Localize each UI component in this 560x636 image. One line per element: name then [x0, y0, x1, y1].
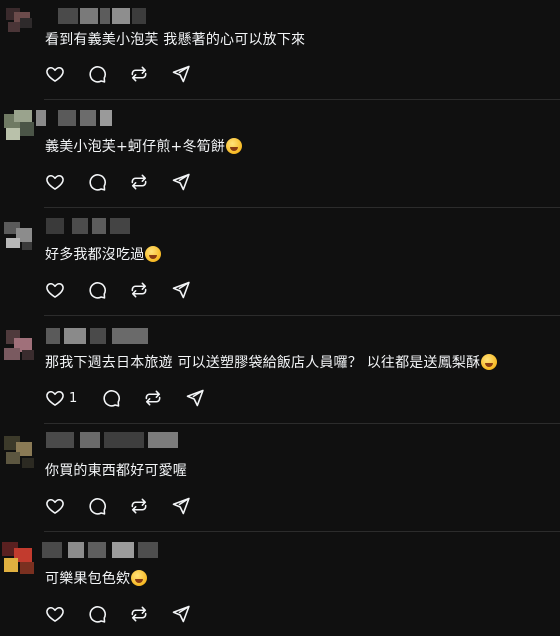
avatar[interactable]	[0, 216, 40, 256]
comment-actions	[45, 63, 213, 85]
reply-bubble-icon[interactable]	[87, 496, 107, 516]
share-send-icon[interactable]	[171, 496, 191, 516]
comment-text-content: 看到有義美小泡芙 我懸著的心可以放下來	[45, 32, 306, 48]
comment: 好多我都沒吃過	[0, 208, 560, 315]
share-send-icon[interactable]	[171, 280, 191, 300]
heart-icon[interactable]	[45, 64, 65, 84]
share-send-icon[interactable]	[171, 604, 191, 624]
username[interactable]	[46, 328, 150, 344]
comment-text: 那我下週去日本旅遊 可以送塑膠袋給飯店人員囉？ 以往都是送鳳梨酥	[45, 353, 498, 373]
share-send-icon[interactable]	[185, 388, 205, 408]
share-send-icon[interactable]	[171, 64, 191, 84]
avatar[interactable]	[0, 2, 40, 42]
comment-text: 義美小泡芙+蚵仔煎+冬筍餅	[45, 137, 243, 157]
comment: 看到有義美小泡芙 我懸著的心可以放下來	[0, 0, 560, 99]
username[interactable]	[42, 542, 160, 558]
comment-text: 可樂果包色欸	[45, 569, 148, 589]
heart-icon[interactable]	[45, 172, 65, 192]
comment-text-content: 那我下週去日本旅遊 可以送塑膠袋給飯店人員囉？ 以往都是送鳳梨酥	[45, 355, 481, 371]
comment: 那我下週去日本旅遊 可以送塑膠袋給飯店人員囉？ 以往都是送鳳梨酥 1	[0, 316, 560, 423]
reply-bubble-icon[interactable]	[87, 604, 107, 624]
comment-text-content: 可樂果包色欸	[45, 571, 131, 587]
reply-bubble-icon[interactable]	[101, 388, 121, 408]
repost-icon[interactable]	[129, 280, 149, 300]
comment-thread: 看到有義美小泡芙 我懸著的心可以放下來 義美小泡芙+蚵仔煎+冬筍餅 好多我都沒吃…	[0, 0, 560, 636]
heart-icon[interactable]	[45, 280, 65, 300]
zany-face-emoji	[145, 246, 162, 262]
repost-icon[interactable]	[129, 172, 149, 192]
comment: 你買的東西都好可愛喔	[0, 424, 560, 531]
yum-face-emoji	[226, 138, 243, 154]
repost-icon[interactable]	[143, 388, 163, 408]
heart-icon[interactable]	[45, 496, 65, 516]
comment: 義美小泡芙+蚵仔煎+冬筍餅	[0, 100, 560, 207]
comment-text-content: 好多我都沒吃過	[45, 247, 145, 263]
share-send-icon[interactable]	[171, 172, 191, 192]
username[interactable]	[46, 218, 130, 234]
comment-actions	[45, 171, 213, 193]
comment-text-content: 義美小泡芙+蚵仔煎+冬筍餅	[45, 139, 226, 155]
comment-actions	[45, 603, 213, 625]
username[interactable]	[36, 110, 116, 126]
reply-bubble-icon[interactable]	[87, 172, 107, 192]
username[interactable]	[46, 432, 182, 448]
avatar[interactable]	[0, 538, 40, 578]
heart-icon[interactable]	[45, 604, 65, 624]
comment-actions: 1	[45, 387, 227, 409]
like-count: 1	[69, 390, 78, 406]
repost-icon[interactable]	[129, 64, 149, 84]
avatar[interactable]	[0, 432, 40, 472]
laughing-tears-face-emoji	[131, 570, 148, 586]
reply-bubble-icon[interactable]	[87, 64, 107, 84]
grinning-face-emoji	[481, 354, 498, 370]
repost-icon[interactable]	[129, 604, 149, 624]
comment-text: 你買的東西都好可愛喔	[45, 461, 187, 481]
comment-actions	[45, 279, 213, 301]
heart-icon[interactable]	[45, 388, 65, 408]
avatar[interactable]	[0, 108, 40, 148]
comment: 可樂果包色欸	[0, 532, 560, 636]
avatar[interactable]	[0, 326, 40, 366]
comment-text: 好多我都沒吃過	[45, 245, 162, 265]
reply-bubble-icon[interactable]	[87, 280, 107, 300]
comment-actions	[45, 495, 213, 517]
username[interactable]	[58, 8, 158, 24]
comment-text: 看到有義美小泡芙 我懸著的心可以放下來	[45, 30, 305, 50]
comment-text-content: 你買的東西都好可愛喔	[45, 463, 187, 479]
repost-icon[interactable]	[129, 496, 149, 516]
